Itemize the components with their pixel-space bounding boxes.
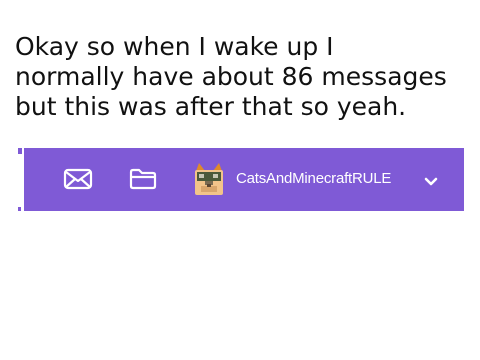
envelope-icon — [63, 168, 93, 190]
caption-line-1: Okay so when I wake up I — [15, 32, 334, 61]
cat-avatar-icon — [195, 163, 223, 195]
account-dropdown-button[interactable] — [424, 174, 438, 186]
menu-bar-edge — [18, 148, 24, 211]
folder-icon — [129, 168, 157, 190]
caption-text: Okay so when I wake up I normally have a… — [15, 32, 475, 122]
chevron-down-icon — [424, 177, 438, 186]
avatar[interactable] — [193, 162, 225, 196]
messages-button[interactable] — [63, 166, 93, 192]
username-label[interactable]: CatsAndMinecraftRULE — [236, 170, 391, 188]
caption-line-3: but this was after that so yeah. — [15, 92, 407, 121]
caption-line-2: normally have about 86 messages — [15, 62, 447, 91]
my-stuff-button[interactable] — [128, 166, 158, 192]
